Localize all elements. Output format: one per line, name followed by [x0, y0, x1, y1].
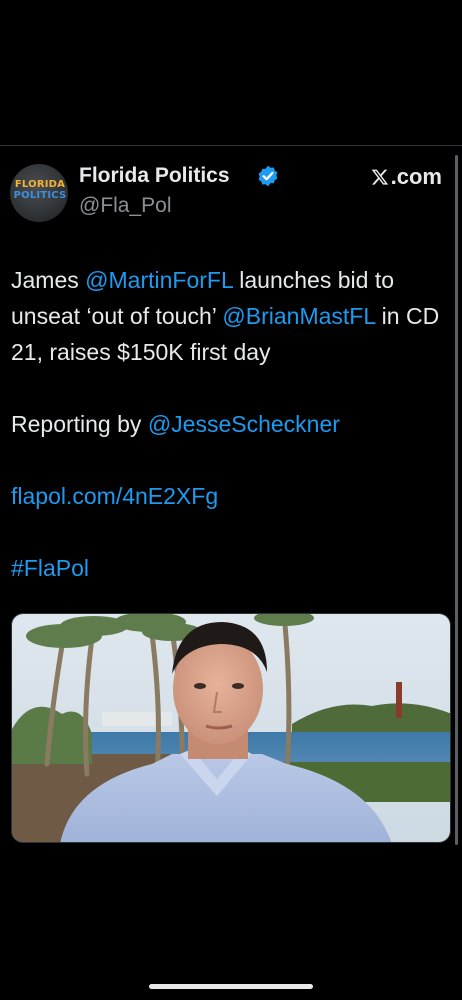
- top-divider: [0, 145, 462, 146]
- man-portrait-photo: [12, 614, 450, 842]
- avatar-logo: FLORIDA POLITICS: [12, 179, 68, 201]
- source-label-text: .com: [390, 164, 442, 189]
- article-link[interactable]: flapol.com/4nE2XFg: [11, 483, 218, 509]
- hashtag-flapol[interactable]: #FlaPol: [11, 555, 89, 581]
- tweet-reporting: Reporting by @JesseScheckner: [11, 406, 451, 442]
- mention-jessescheckner[interactable]: @JesseScheckner: [148, 411, 340, 437]
- verified-badge-icon: [258, 165, 278, 187]
- x-logo-icon: [371, 169, 388, 185]
- tweet-hashtag-line: #FlaPol: [11, 550, 451, 586]
- tweet-header: FLORIDA POLITICS Florida Politics @Fla_P…: [10, 164, 450, 224]
- scrollbar[interactable]: [455, 155, 458, 845]
- handle[interactable]: @Fla_Pol: [79, 194, 172, 218]
- avatar-logo-line2: POLITICS: [13, 190, 67, 201]
- tweet-link-line: flapol.com/4nE2XFg: [11, 478, 451, 514]
- avatar-logo-line1: FLORIDA: [14, 179, 66, 190]
- tweet-media-image[interactable]: [11, 613, 451, 843]
- home-indicator[interactable]: [149, 984, 313, 989]
- display-name[interactable]: Florida Politics: [79, 164, 230, 188]
- mention-brianmastfl[interactable]: @BrianMastFL: [222, 303, 375, 329]
- reporting-prefix: Reporting by: [11, 411, 148, 437]
- tweet-text-segment: James: [11, 267, 86, 293]
- avatar[interactable]: FLORIDA POLITICS: [10, 164, 68, 222]
- x-source-label[interactable]: .com: [371, 164, 442, 190]
- tweet-body: James @MartinForFL launches bid to unsea…: [11, 262, 451, 622]
- mention-martinforfl[interactable]: @MartinForFL: [85, 267, 233, 293]
- tweet-headline: James @MartinForFL launches bid to unsea…: [11, 262, 451, 370]
